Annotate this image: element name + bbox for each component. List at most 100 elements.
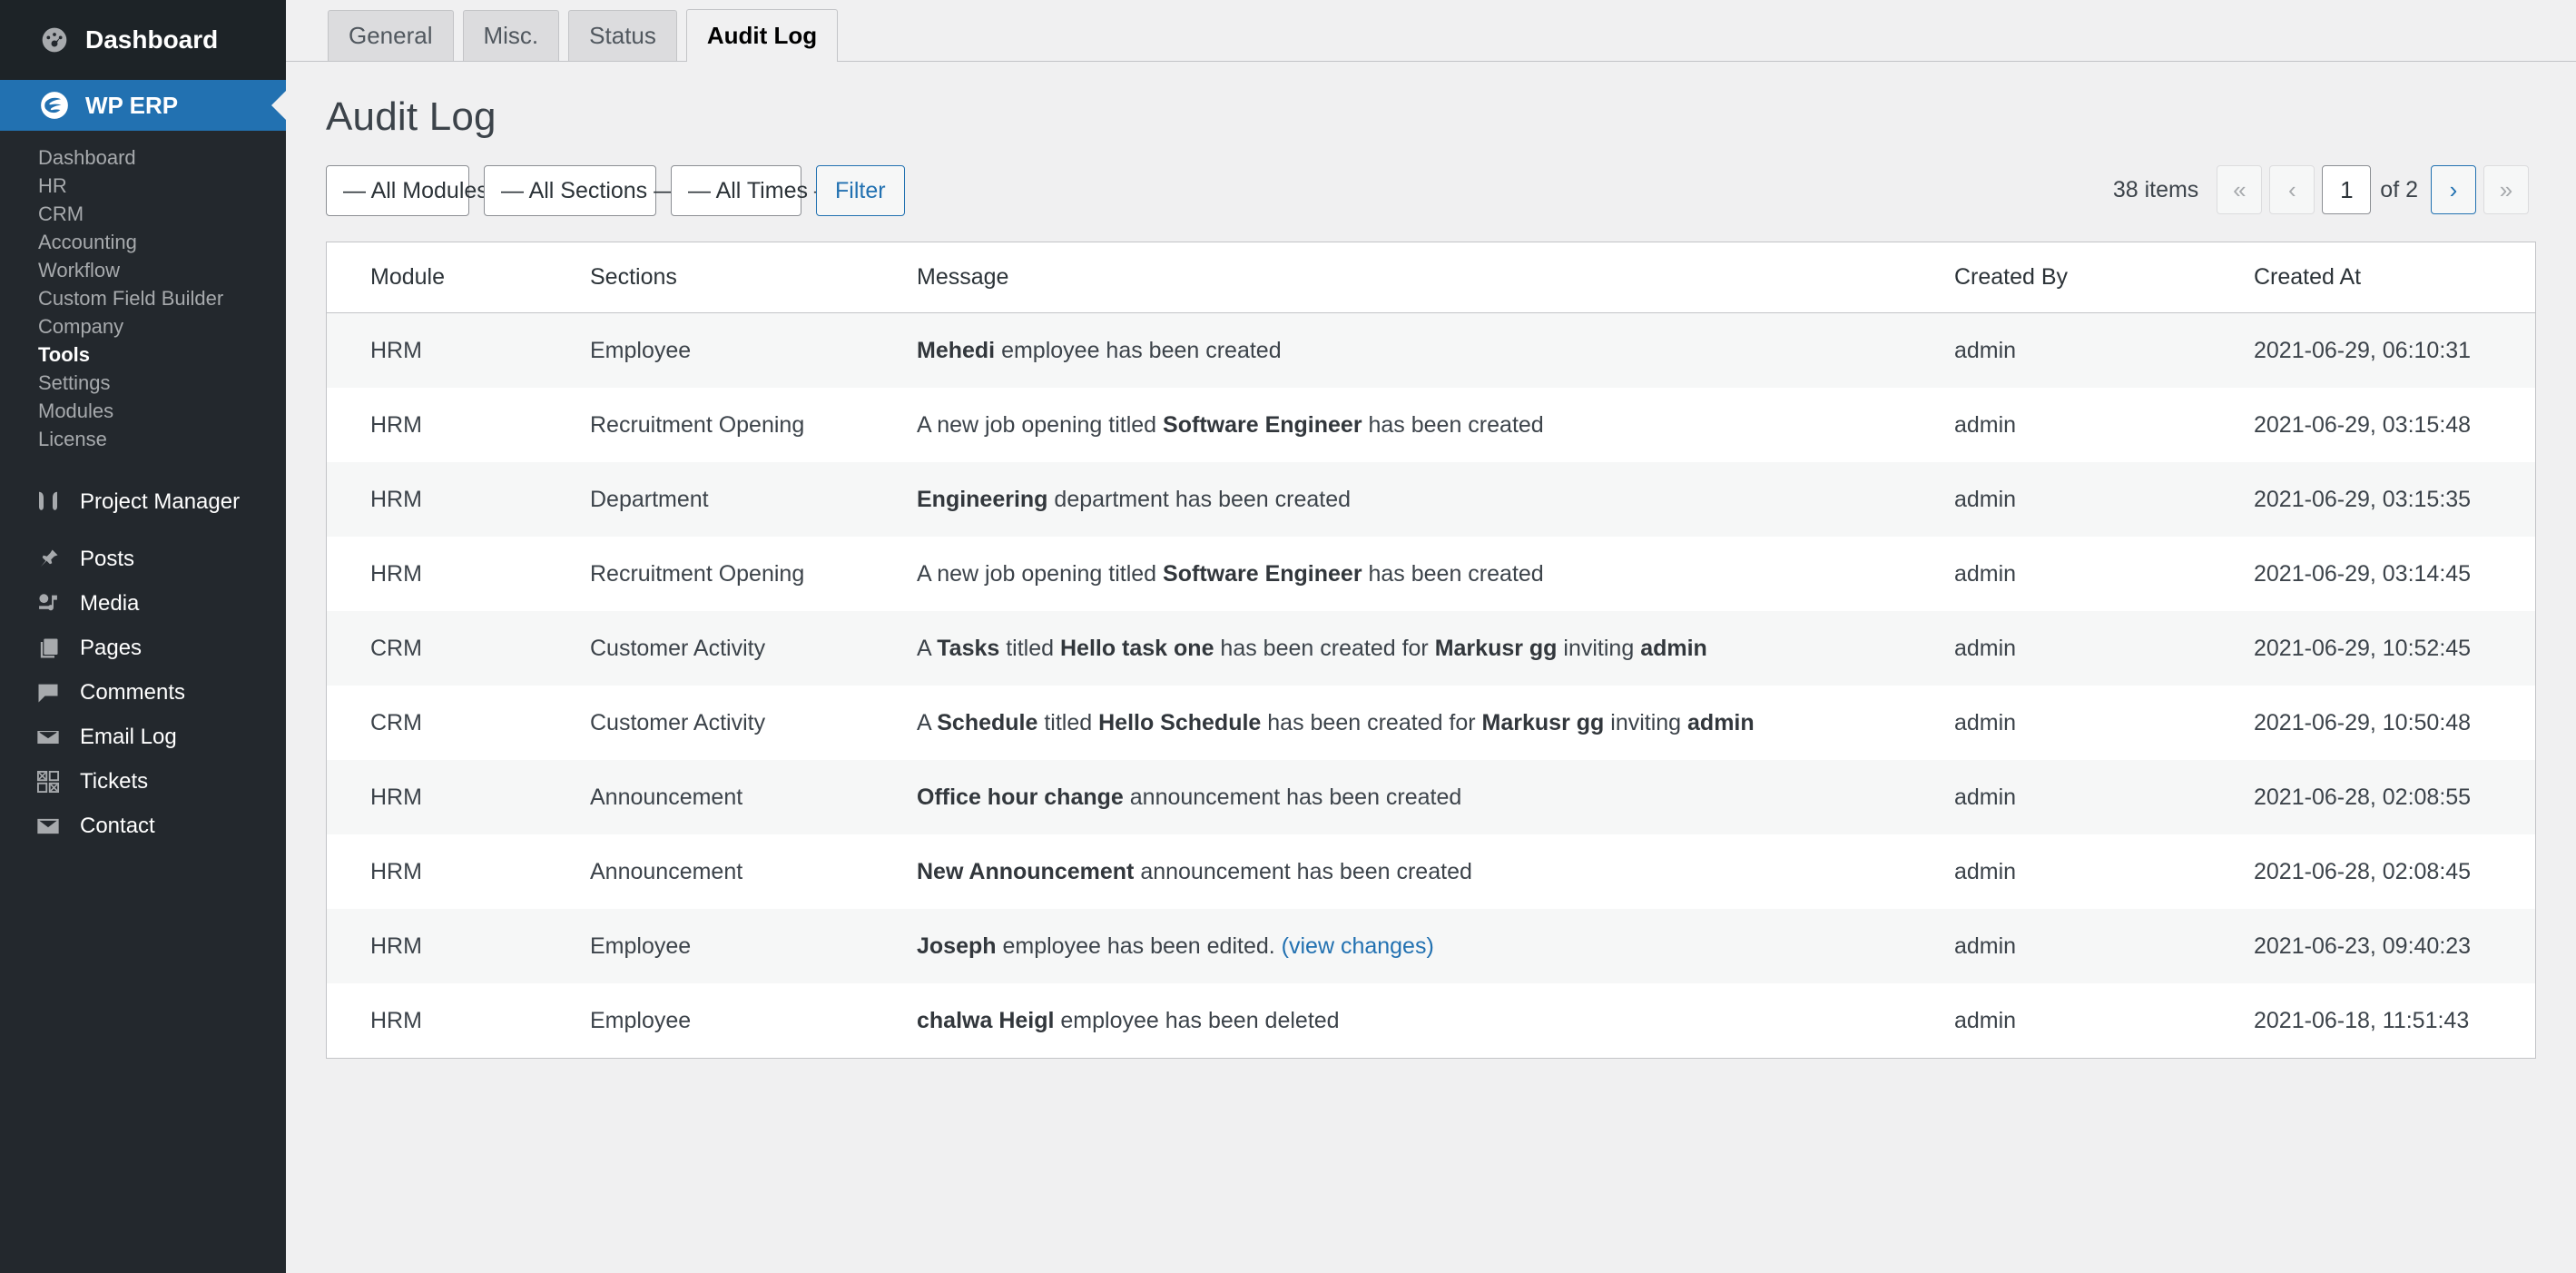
sidebar-item-tools[interactable]: Tools	[0, 340, 286, 369]
sidebar-item-crm[interactable]: CRM	[0, 200, 286, 228]
cell-created-by: admin	[1954, 785, 2017, 810]
sidebar-item-label: Media	[80, 590, 140, 616]
table-row: HRM Announcement Office hour change announ…	[327, 760, 2535, 834]
wperp-logo-icon	[38, 89, 71, 122]
sidebar-item-settings[interactable]: Settings	[0, 369, 286, 397]
table-row: HRM Employee Joseph employee has been edit…	[327, 909, 2535, 983]
sidebar-item-modules[interactable]: Modules	[0, 397, 286, 425]
sidebar-item-comments[interactable]: Comments	[0, 670, 286, 715]
table-row: CRM Customer Activity A Schedule titled He…	[327, 686, 2535, 760]
sidebar-item-tickets[interactable]: Tickets	[0, 759, 286, 804]
sidebar-item-accounting[interactable]: Accounting	[0, 228, 286, 256]
sidebar-item-license[interactable]: License	[0, 425, 286, 453]
cell-created-at: 2021-06-29, 10:50:48	[2254, 710, 2472, 735]
cell-created-at: 2021-06-29, 10:52:45	[2254, 636, 2472, 661]
cell-module: HRM	[370, 561, 422, 587]
cell-module: HRM	[370, 785, 422, 810]
cell-message: chalwa Heigl employee has been deleted	[917, 1008, 1340, 1033]
sidebar-item-media[interactable]: Media	[0, 581, 286, 626]
cell-section: Customer Activity	[590, 710, 766, 735]
last-page-button[interactable]: »	[2483, 165, 2529, 214]
sidebar-item-label: WP ERP	[85, 91, 179, 119]
next-page-button[interactable]: ›	[2431, 165, 2476, 214]
cell-message: Mehedi employee has been created	[917, 338, 1282, 363]
table-row: HRM Recruitment Opening A new job opening …	[327, 388, 2535, 462]
table-row: HRM Announcement New Announcement announce…	[327, 834, 2535, 909]
items-count: 38 items	[2112, 176, 2199, 202]
dashboard-gauge-icon	[38, 24, 71, 56]
sidebar-item-dashboard-top[interactable]: Dashboard	[0, 0, 286, 80]
view-changes-link[interactable]: (view changes)	[1282, 933, 1434, 959]
cell-module: CRM	[370, 636, 422, 661]
tab-status[interactable]: Status	[568, 10, 677, 61]
cell-module: HRM	[370, 859, 422, 884]
tab-misc[interactable]: Misc.	[462, 10, 560, 61]
sidebar-item-custom-field-builder[interactable]: Custom Field Builder	[0, 284, 286, 312]
prev-page-button[interactable]: ‹	[2269, 165, 2315, 214]
sidebar-item-hr[interactable]: HR	[0, 172, 286, 200]
cell-section: Employee	[590, 933, 692, 959]
settings-tab-bar: General Misc. Status Audit Log	[286, 0, 2576, 62]
table-body: HRM Employee Mehedi employee has been crea…	[327, 312, 2535, 1058]
tab-audit-log[interactable]: Audit Log	[685, 9, 839, 62]
cell-message: Joseph employee has been edited. (view c…	[917, 933, 1434, 959]
current-page-input[interactable]: 1	[2322, 165, 2372, 214]
sidebar-item-company[interactable]: Company	[0, 312, 286, 340]
column-header-created-at: Created At	[2254, 242, 2535, 313]
sidebar-item-dashboard[interactable]: Dashboard	[0, 143, 286, 172]
cell-created-by: admin	[1954, 412, 2017, 438]
cell-created-by: admin	[1954, 859, 2017, 884]
module-filter-select[interactable]: — All Modules — ⌄	[326, 165, 546, 216]
section-filter-select[interactable]: — All Sections — ⌄	[484, 165, 704, 216]
admin-sidebar: Dashboard WP ERP Dashboard HR CRM Accoun…	[0, 0, 286, 1273]
sidebar-item-email-log[interactable]: Email Log	[0, 715, 286, 759]
cell-section: Employee	[590, 1008, 692, 1033]
cell-section: Recruitment Opening	[590, 561, 805, 587]
cell-created-by: admin	[1954, 710, 2017, 735]
section-filter-value: — All Sections —	[501, 177, 677, 203]
cell-module: CRM	[370, 710, 422, 735]
sidebar-item-label: Posts	[80, 546, 135, 571]
cell-module: HRM	[370, 487, 422, 512]
first-page-button[interactable]: «	[2217, 165, 2263, 214]
cell-created-at: 2021-06-29, 03:15:48	[2254, 412, 2472, 438]
sidebar-submenu: Dashboard HR CRM Accounting Workflow Cus…	[0, 131, 286, 469]
time-filter-value: — All Times —	[688, 177, 837, 203]
cell-section: Department	[590, 487, 709, 512]
audit-log-table: Module Sections Message Created By Creat…	[327, 242, 2535, 1058]
time-filter-select[interactable]: — All Times — ⌄	[671, 165, 865, 216]
sidebar-item-label: Tickets	[80, 768, 149, 794]
filter-button[interactable]: Filter	[816, 165, 905, 216]
sidebar-item-label: Comments	[80, 679, 186, 705]
sidebar-item-label: Dashboard	[85, 25, 219, 54]
tab-general[interactable]: General	[328, 10, 454, 61]
envelope-icon	[33, 811, 64, 842]
table-header-row: Module Sections Message Created By Creat…	[327, 242, 2535, 313]
column-header-message: Message	[917, 242, 1954, 313]
table-row: HRM Department Engineering department has …	[327, 462, 2535, 537]
cell-module: HRM	[370, 933, 422, 959]
sidebar-item-label: Contact	[80, 813, 155, 838]
project-manager-icon	[33, 487, 64, 518]
cell-message: Office hour change announcement has been…	[917, 785, 1462, 810]
column-header-created-by: Created By	[1954, 242, 2254, 313]
sidebar-item-pages[interactable]: Pages	[0, 626, 286, 670]
cell-created-by: admin	[1954, 933, 2017, 959]
cell-created-at: 2021-06-18, 11:51:43	[2254, 1008, 2470, 1033]
column-header-sections: Sections	[590, 242, 917, 313]
media-icon	[33, 588, 64, 619]
table-head: Module Sections Message Created By Creat…	[327, 242, 2535, 313]
sidebar-item-project-manager[interactable]: Project Manager	[0, 479, 286, 524]
sidebar-item-wp-erp[interactable]: WP ERP	[0, 80, 286, 131]
cell-message: A Schedule titled Hello Schedule has bee…	[917, 710, 1755, 735]
table-row: CRM Customer Activity A Tasks titled Hello…	[327, 611, 2535, 686]
sidebar-item-workflow[interactable]: Workflow	[0, 256, 286, 284]
cell-created-at: 2021-06-29, 03:14:45	[2254, 561, 2472, 587]
cell-created-at: 2021-06-28, 02:08:55	[2254, 785, 2472, 810]
sidebar-item-posts[interactable]: Posts	[0, 537, 286, 581]
cell-section: Employee	[590, 338, 692, 363]
cell-section: Recruitment Opening	[590, 412, 805, 438]
sidebar-item-contact[interactable]: Contact	[0, 804, 286, 848]
cell-module: HRM	[370, 338, 422, 363]
